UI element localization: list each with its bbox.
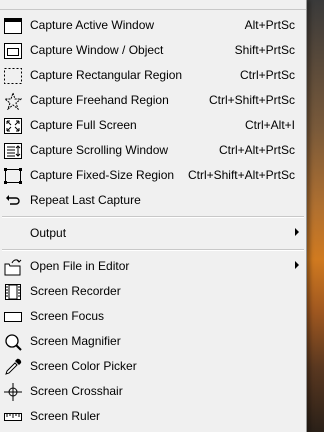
- menu-item-open-file-in-editor[interactable]: Open File in Editor: [0, 254, 306, 279]
- fixed-size-region-icon: [4, 167, 22, 185]
- menu-item-label: Screen Focus: [30, 309, 105, 323]
- menu-item-screen-crosshair[interactable]: Screen Crosshair: [0, 379, 306, 404]
- menu-item-label: Screen Magnifier: [30, 334, 121, 348]
- film-icon: [4, 283, 22, 301]
- menu-item-screen-recorder[interactable]: Screen Recorder: [0, 279, 306, 304]
- menu-item-shortcut: Ctrl+Shift+Alt+PrtSc: [187, 168, 295, 182]
- menu-item-shortcut: Ctrl+Shift+PrtSc: [208, 93, 295, 107]
- submenu-arrow-icon: [295, 261, 299, 269]
- menu-item-label: Screen Color Picker: [30, 359, 137, 373]
- ruler-icon: [4, 408, 22, 426]
- scrolling-window-icon: [4, 142, 22, 160]
- menu-item-label: Screen Recorder: [30, 284, 121, 298]
- full-screen-icon: [4, 117, 22, 135]
- menu-item-label: Capture Full Screen: [30, 118, 137, 132]
- menu-item-label: Capture Scrolling Window: [30, 143, 169, 157]
- menu-separator: [2, 249, 304, 251]
- repeat-capture-icon: [4, 192, 22, 210]
- menu-item-capture-scrolling-window[interactable]: Capture Scrolling Window Ctrl+Alt+PrtSc: [0, 138, 306, 163]
- menu-item-capture-rectangular-region[interactable]: Capture Rectangular Region Ctrl+PrtSc: [0, 63, 306, 88]
- menu-item-capture-window-object[interactable]: Capture Window / Object Shift+PrtSc: [0, 38, 306, 63]
- menu-item-screen-magnifier[interactable]: Screen Magnifier: [0, 329, 306, 354]
- menu-item-label: Capture Rectangular Region: [30, 68, 183, 82]
- menu-item-label: Screen Crosshair: [30, 384, 123, 398]
- menu-item-capture-freehand-region[interactable]: Capture Freehand Region Ctrl+Shift+PrtSc: [0, 88, 306, 113]
- submenu-arrow-icon: [295, 228, 299, 236]
- menu-item-shortcut: Ctrl+Alt+I: [244, 118, 295, 132]
- menu-item-shortcut: Shift+PrtSc: [234, 43, 295, 57]
- menu-item-label: Capture Freehand Region: [30, 93, 169, 107]
- menu-item-capture-fixed-size-region[interactable]: Capture Fixed-Size Region Ctrl+Shift+Alt…: [0, 163, 306, 188]
- menu-item-screen-color-picker[interactable]: Screen Color Picker: [0, 354, 306, 379]
- menu-item-shortcut: Ctrl+PrtSc: [239, 68, 295, 82]
- menu-item-capture-full-screen[interactable]: Capture Full Screen Ctrl+Alt+I: [0, 113, 306, 138]
- menu-item-label: Repeat Last Capture: [30, 193, 141, 207]
- rectangular-region-icon: [4, 67, 22, 85]
- menu-item-shortcut: Alt+PrtSc: [244, 18, 295, 32]
- menu-item-screen-focus[interactable]: Screen Focus: [0, 304, 306, 329]
- focus-rectangle-icon: [4, 308, 22, 326]
- menu-top-separator: [0, 9, 306, 10]
- menu-item-screen-ruler[interactable]: Screen Ruler: [0, 404, 306, 429]
- window-object-icon: [4, 42, 22, 60]
- menu-item-shortcut: Ctrl+Alt+PrtSc: [218, 143, 295, 157]
- menu-item-repeat-last-capture[interactable]: Repeat Last Capture: [0, 188, 306, 213]
- open-file-icon: [4, 258, 22, 276]
- menu-item-label: Capture Active Window: [30, 18, 155, 32]
- active-window-icon: [4, 17, 22, 35]
- crosshair-icon: [4, 383, 22, 401]
- menu-item-output[interactable]: Output: [0, 221, 306, 246]
- menu-item-label: Output: [30, 226, 67, 240]
- menu-item-capture-active-window[interactable]: Capture Active Window Alt+PrtSc: [0, 13, 306, 38]
- menu-item-label: Capture Fixed-Size Region: [30, 168, 175, 182]
- menu-item-label: Open File in Editor: [30, 259, 130, 273]
- menu-separator: [2, 216, 304, 218]
- eyedropper-icon: [4, 358, 22, 376]
- menu-item-label: Capture Window / Object: [30, 43, 164, 57]
- magnifier-icon: [4, 333, 22, 351]
- context-menu: Capture Active Window Alt+PrtSc Capture …: [0, 0, 307, 432]
- freehand-region-icon: [4, 92, 22, 110]
- menu-item-label: Screen Ruler: [30, 409, 101, 423]
